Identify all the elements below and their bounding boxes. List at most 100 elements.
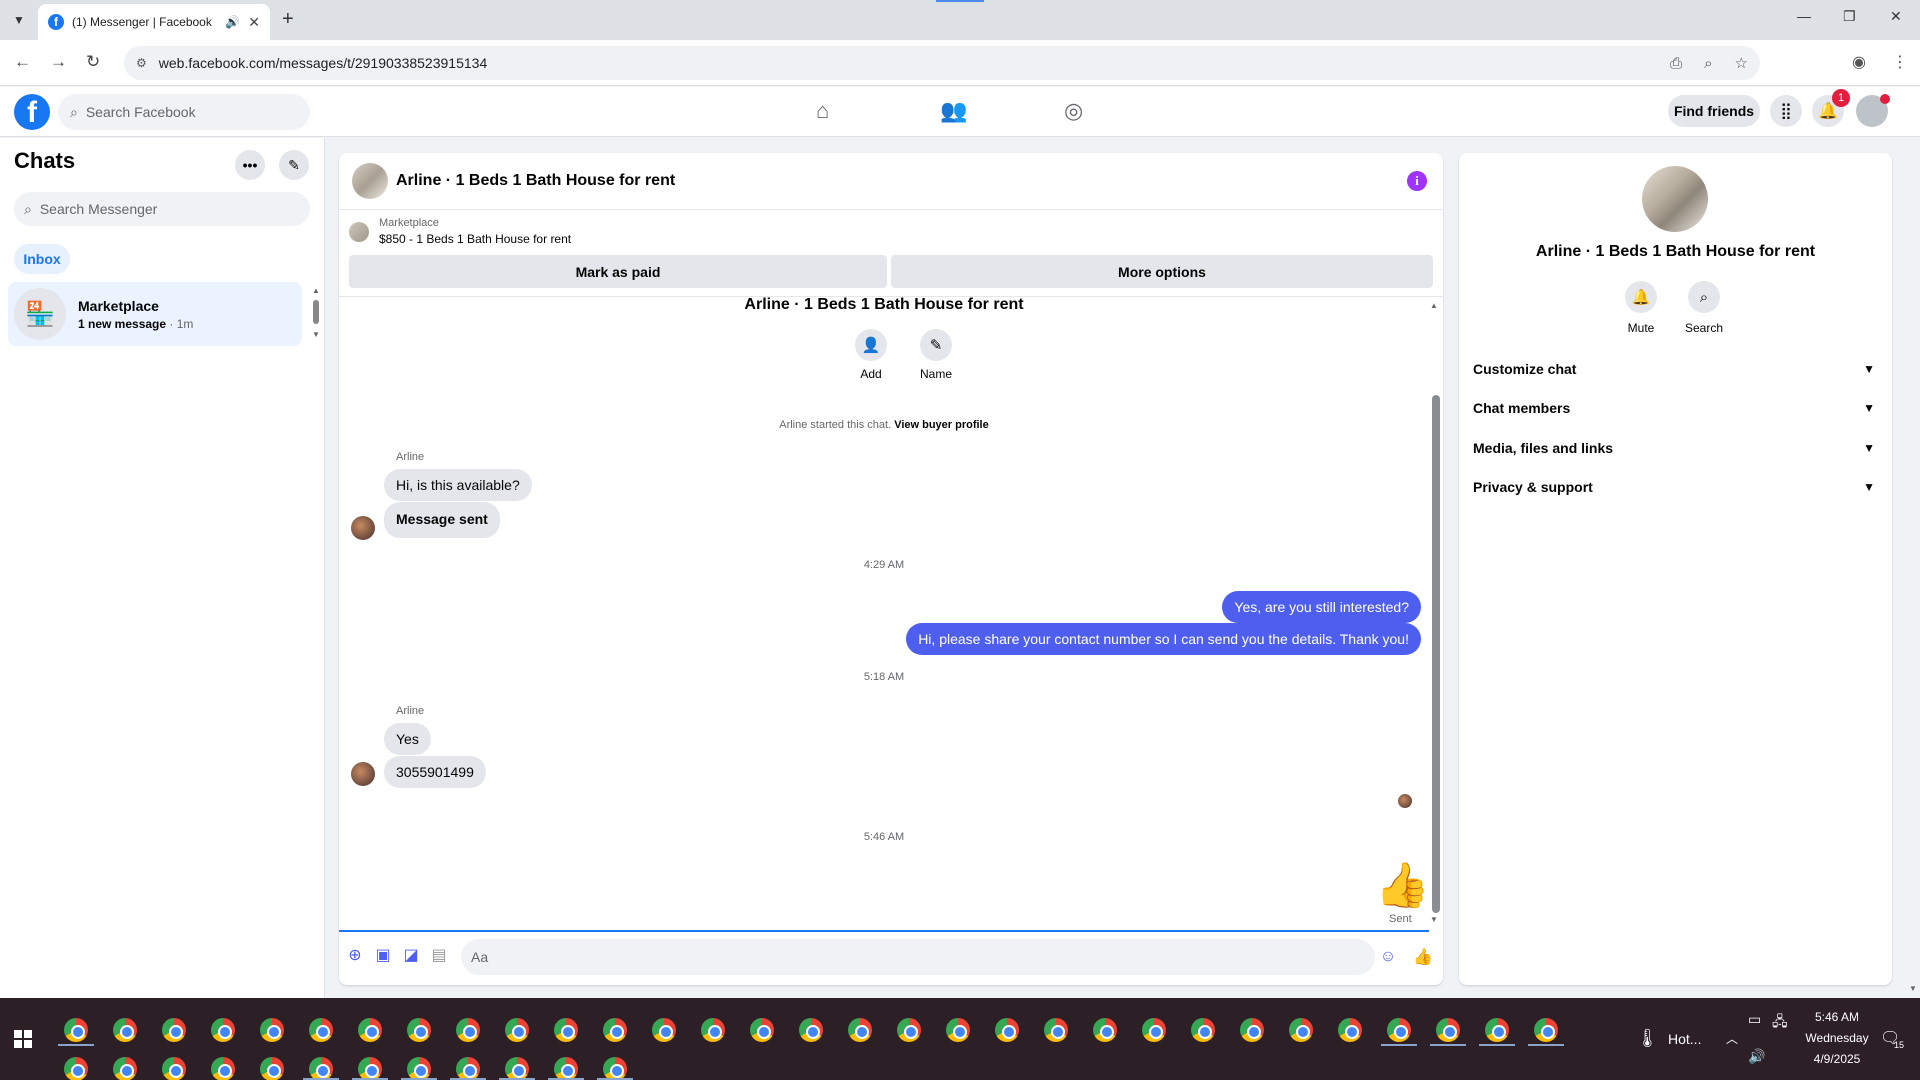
chats-scroll-up[interactable]: ▲: [312, 286, 320, 295]
conversation-scrollbar[interactable]: [1432, 395, 1440, 913]
chrome-taskbar-icon[interactable]: [162, 1018, 186, 1042]
incoming-message[interactable]: Yes: [384, 723, 431, 755]
chrome-taskbar-icon[interactable]: [897, 1018, 921, 1042]
chrome-taskbar-icon[interactable]: [113, 1057, 137, 1080]
view-buyer-profile-link[interactable]: View buyer profile: [894, 419, 989, 431]
listing-thumbnail[interactable]: [352, 163, 388, 199]
address-bar[interactable]: ⚙ web.facebook.com/messages/t/2919033852…: [124, 46, 1760, 80]
media-files-links-section[interactable]: Media, files and links ▼: [1473, 434, 1883, 462]
chrome-taskbar-icon[interactable]: [505, 1057, 529, 1080]
facebook-search-input[interactable]: ⌕ Search Facebook: [58, 94, 310, 130]
messenger-search-input[interactable]: ⌕ Search Messenger: [14, 192, 310, 226]
conversation-scroll-down[interactable]: ▼: [1430, 915, 1438, 924]
chat-members-section[interactable]: Chat members ▼: [1473, 394, 1883, 422]
weather-text[interactable]: Hot...: [1668, 1031, 1701, 1047]
photo-icon[interactable]: ▣: [373, 945, 393, 965]
chrome-taskbar-icon[interactable]: [358, 1018, 382, 1042]
network-icon[interactable]: 🖧: [1772, 1011, 1788, 1035]
clock-day[interactable]: Wednesday: [1796, 1031, 1878, 1045]
customize-chat-section[interactable]: Customize chat ▼: [1473, 355, 1883, 383]
chrome-taskbar-icon[interactable]: [995, 1018, 1019, 1042]
page-scroll-down[interactable]: ▼: [1909, 984, 1917, 993]
gif-icon[interactable]: ▤: [429, 945, 449, 965]
friends-icon[interactable]: 👥: [940, 98, 967, 124]
mute-action[interactable]: 🔔 Mute: [1611, 281, 1671, 335]
chrome-taskbar-icon[interactable]: [1044, 1018, 1068, 1042]
install-app-icon[interactable]: ⎙: [1670, 55, 1682, 72]
minimize-button[interactable]: —: [1797, 8, 1811, 24]
plus-circle-icon[interactable]: ⊕: [345, 945, 365, 965]
chrome-taskbar-icon[interactable]: [456, 1057, 480, 1080]
outgoing-message[interactable]: Yes, are you still interested?: [1222, 591, 1421, 623]
more-options-button[interactable]: More options: [891, 255, 1433, 288]
chrome-taskbar-icon[interactable]: [1338, 1018, 1362, 1042]
chevron-up-icon[interactable]: ︿: [1726, 1030, 1738, 1047]
marketplace-listing-row[interactable]: Marketplace $850 - 1 Beds 1 Bath House f…: [349, 217, 571, 246]
thermometer-icon[interactable]: 🌡: [1636, 1028, 1659, 1049]
site-info-icon[interactable]: ⚙: [136, 56, 147, 70]
chrome-taskbar-icon[interactable]: [1387, 1018, 1411, 1042]
chrome-taskbar-icon[interactable]: [162, 1057, 186, 1080]
reload-button[interactable]: ↻: [86, 52, 100, 72]
bookmark-star-icon[interactable]: ☆: [1735, 54, 1748, 72]
sender-avatar[interactable]: [351, 516, 375, 540]
chrome-taskbar-icon[interactable]: [1534, 1018, 1558, 1042]
speaker-icon[interactable]: 🔊: [225, 15, 240, 29]
chrome-taskbar-icon[interactable]: [1142, 1018, 1166, 1042]
chrome-taskbar-icon[interactable]: [1289, 1018, 1313, 1042]
chrome-taskbar-icon[interactable]: [603, 1057, 627, 1080]
chrome-taskbar-icon[interactable]: [1191, 1018, 1215, 1042]
zoom-icon[interactable]: ⌕: [1704, 55, 1712, 72]
chrome-taskbar-icon[interactable]: [211, 1018, 235, 1042]
chrome-taskbar-icon[interactable]: [64, 1018, 88, 1042]
windows-start-icon[interactable]: [14, 1030, 32, 1048]
new-tab-button[interactable]: +: [282, 8, 294, 31]
sticker-icon[interactable]: ◪: [401, 945, 421, 965]
chrome-taskbar-icon[interactable]: [407, 1057, 431, 1080]
browser-menu-icon[interactable]: ⋮: [1892, 52, 1908, 72]
thumbs-up-send-icon[interactable]: 👍: [1413, 947, 1433, 967]
volume-icon[interactable]: 🔊: [1748, 1048, 1765, 1065]
add-people-action[interactable]: 👤 Add: [851, 329, 891, 381]
forward-button[interactable]: →: [50, 52, 67, 72]
more-options-icon[interactable]: •••: [235, 150, 265, 180]
chrome-taskbar-icon[interactable]: [358, 1057, 382, 1080]
close-window-button[interactable]: ✕: [1890, 8, 1902, 25]
new-message-icon[interactable]: ✎: [279, 150, 309, 180]
chrome-taskbar-icon[interactable]: [750, 1018, 774, 1042]
thumbs-up-message-icon[interactable]: 👍: [1375, 859, 1430, 911]
chrome-taskbar-icon[interactable]: [1436, 1018, 1460, 1042]
home-icon[interactable]: ⌂: [816, 98, 829, 124]
chrome-taskbar-icon[interactable]: [1093, 1018, 1117, 1042]
chrome-taskbar-icon[interactable]: [309, 1018, 333, 1042]
chrome-taskbar-icon[interactable]: [1485, 1018, 1509, 1042]
incoming-message[interactable]: Hi, is this available?: [384, 469, 532, 501]
chrome-taskbar-icon[interactable]: [211, 1057, 235, 1080]
chrome-taskbar-icon[interactable]: [848, 1018, 872, 1042]
chrome-taskbar-icon[interactable]: [505, 1018, 529, 1042]
inbox-tab[interactable]: Inbox: [14, 244, 70, 274]
chrome-taskbar-icon[interactable]: [554, 1018, 578, 1042]
chrome-taskbar-icon[interactable]: [554, 1057, 578, 1080]
listing-avatar[interactable]: [1642, 166, 1708, 232]
sender-avatar[interactable]: [351, 762, 375, 786]
outgoing-message[interactable]: Hi, please share your contact number so …: [906, 623, 1421, 655]
chrome-taskbar-icon[interactable]: [946, 1018, 970, 1042]
message-input[interactable]: Aa: [461, 939, 1375, 975]
search-action[interactable]: ⌕ Search: [1674, 281, 1734, 335]
chrome-taskbar-icon[interactable]: [309, 1057, 333, 1080]
groups-icon[interactable]: ◎: [1064, 98, 1083, 124]
privacy-support-section[interactable]: Privacy & support ▼: [1473, 473, 1883, 501]
name-chat-action[interactable]: ✎ Name: [916, 329, 956, 381]
chrome-taskbar-icon[interactable]: [701, 1018, 725, 1042]
chrome-taskbar-icon[interactable]: [407, 1018, 431, 1042]
find-friends-button[interactable]: Find friends: [1668, 95, 1760, 127]
chrome-taskbar-icon[interactable]: [799, 1018, 823, 1042]
clock-date[interactable]: 4/9/2025: [1796, 1052, 1878, 1066]
chrome-taskbar-icon[interactable]: [456, 1018, 480, 1042]
profile-icon[interactable]: ◉: [1852, 52, 1866, 72]
back-button[interactable]: ←: [14, 52, 31, 72]
incoming-message[interactable]: Message sent: [384, 502, 500, 538]
chrome-taskbar-icon[interactable]: [603, 1018, 627, 1042]
menu-grid-icon[interactable]: ⣿: [1770, 95, 1802, 127]
